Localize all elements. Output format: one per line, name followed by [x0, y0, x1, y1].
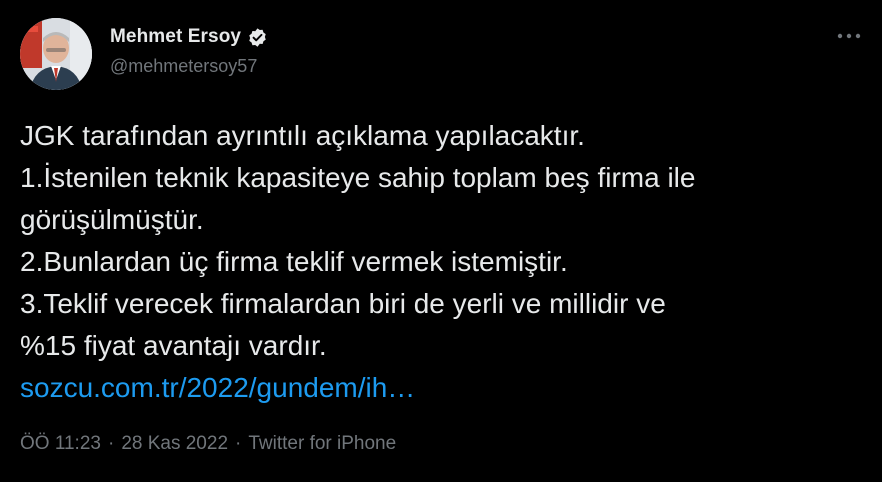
tweet-source[interactable]: Twitter for iPhone	[248, 433, 396, 455]
tweet-text: JGK tarafından ayrıntılı açıklama yapıla…	[20, 115, 870, 409]
author-name-row: Mehmet Ersoy	[110, 26, 268, 48]
tweet-line: %15 fiyat avantajı vardır.	[20, 330, 327, 361]
tweet-line: görüşülmüştür.	[20, 204, 204, 235]
author-display-name[interactable]: Mehmet Ersoy	[110, 26, 241, 48]
tweet-line: 2.Bunlardan üç firma teklif vermek istem…	[20, 246, 568, 277]
more-options-icon[interactable]	[834, 24, 864, 48]
tweet-line: 1.İstenilen teknik kapasiteye sahip topl…	[20, 162, 696, 193]
meta-separator: ·	[235, 433, 242, 454]
tweet-line: 3.Teklif verecek firmalardan biri de yer…	[20, 288, 666, 319]
meta-separator: ·	[107, 433, 115, 454]
tweet-date[interactable]: 28 Kas 2022	[121, 433, 228, 455]
author-avatar[interactable]	[20, 18, 92, 90]
tweet-metadata: ÖÖ 11:23 · 28 Kas 2022 · Twitter for iPh…	[20, 433, 396, 455]
tweet-line: JGK tarafından ayrıntılı açıklama yapıla…	[20, 120, 585, 151]
avatar-photo-icon	[20, 18, 92, 90]
author-handle[interactable]: @mehmetersoy57	[110, 56, 257, 77]
tweet-link[interactable]: sozcu.com.tr/2022/gundem/ih…	[20, 372, 415, 403]
tweet-time[interactable]: ÖÖ 11:23	[20, 433, 101, 455]
tweet-card: Mehmet Ersoy @mehmetersoy57 JGK tarafınd…	[0, 0, 882, 482]
verified-badge-icon	[247, 27, 268, 48]
